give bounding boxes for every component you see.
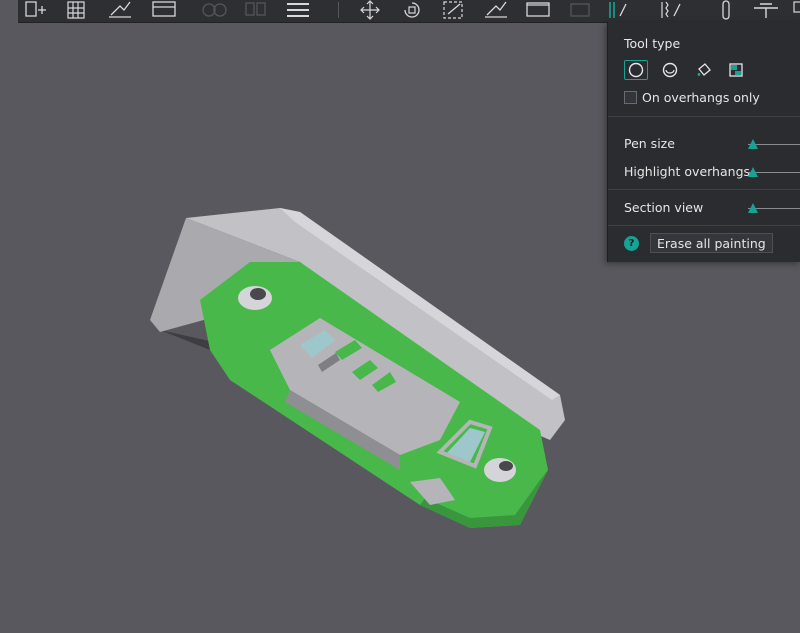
section-view-label: Section view (624, 200, 704, 215)
gap-fill-tool-icon[interactable] (724, 60, 748, 80)
disabled-a-icon (200, 0, 228, 20)
support-paint-icon[interactable] (602, 0, 630, 20)
erase-all-painting-button[interactable]: Erase all painting (650, 233, 773, 253)
mount-hole-right (484, 458, 516, 482)
brush-icon[interactable] (712, 0, 740, 20)
disabled-c-icon (566, 0, 594, 20)
top-toolbar (18, 0, 800, 23)
disabled-b-icon (242, 0, 270, 20)
cut-icon[interactable] (524, 0, 552, 20)
lay-on-face-icon[interactable] (482, 0, 510, 20)
divider (608, 116, 800, 117)
circle-tool-icon[interactable] (624, 60, 648, 80)
auto-orient-icon[interactable] (106, 0, 134, 20)
seam-paint-icon[interactable] (658, 0, 686, 20)
highlight-overhangs-label: Highlight overhangs (624, 164, 751, 179)
help-icon[interactable]: ? (624, 236, 639, 251)
section-view-slider[interactable] (748, 203, 800, 215)
slider-thumb[interactable] (748, 167, 758, 177)
highlight-overhangs-slider[interactable] (748, 167, 800, 179)
slider-thumb[interactable] (748, 139, 758, 149)
scale-icon[interactable] (440, 0, 468, 20)
overhangs-only-checkbox[interactable]: On overhangs only (624, 90, 760, 105)
fill-tool-icon[interactable] (692, 60, 716, 80)
text-tool-icon[interactable] (752, 0, 780, 20)
move-icon[interactable] (356, 0, 384, 20)
paint-panel: Tool type On overhangs only Pen size Hig… (607, 22, 800, 262)
rotate-icon[interactable] (398, 0, 426, 20)
sphere-tool-icon[interactable] (658, 60, 682, 80)
pen-size-label: Pen size (624, 136, 675, 151)
checkbox-box[interactable] (624, 91, 637, 104)
add-plate-icon[interactable] (22, 0, 50, 20)
divider (608, 225, 800, 226)
slider-thumb[interactable] (748, 203, 758, 213)
arrange-grid-icon[interactable] (64, 0, 92, 20)
overhangs-only-label: On overhangs only (642, 90, 760, 105)
layers-icon[interactable] (284, 0, 312, 20)
measure-icon[interactable] (792, 0, 800, 20)
pen-size-slider[interactable] (748, 139, 800, 151)
split-objects-icon[interactable] (150, 0, 178, 20)
divider (608, 189, 800, 190)
tool-type-label: Tool type (624, 36, 681, 51)
